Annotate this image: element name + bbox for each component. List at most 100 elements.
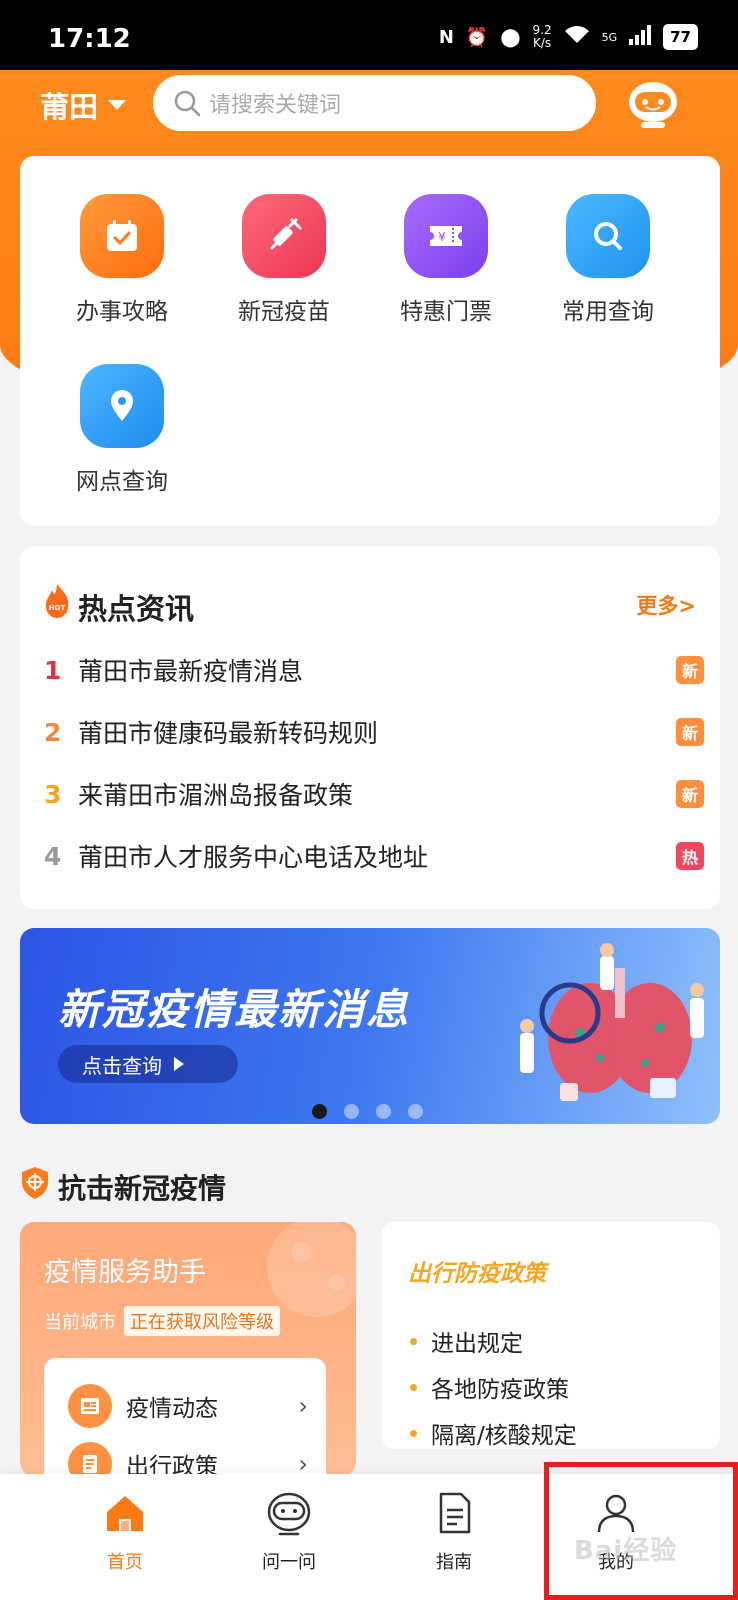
nav-ask[interactable]: 问一问	[234, 1488, 344, 1574]
news-rank: 1	[44, 655, 62, 685]
calendar-check-icon	[80, 194, 164, 278]
nav-label: 首页	[107, 1552, 143, 1573]
news-tag: 新	[676, 656, 704, 684]
carousel-indicators	[312, 1104, 423, 1119]
policy-item[interactable]: 各地防疫政策	[410, 1370, 569, 1404]
news-tag: 热	[676, 842, 704, 870]
network-speed: 9.2 K/s	[532, 23, 552, 50]
hot-news-card: HOT 热点资讯 更多> 1 莆田市最新疫情消息 新 2 莆田市健康码最新转码规…	[20, 546, 720, 909]
assistant-item-label: 出行政策	[126, 1454, 218, 1476]
service-label: 特惠门票	[400, 299, 492, 325]
news-title: 莆田市最新疫情消息	[78, 657, 304, 686]
alarm-icon: ⏰	[465, 26, 489, 48]
svg-text:HOT: HOT	[49, 604, 66, 612]
news-title: 莆田市健康码最新转码规则	[78, 719, 379, 748]
risk-level-status: 正在获取风险等级	[124, 1306, 280, 1336]
service-label: 网点查询	[76, 469, 168, 495]
city-selector[interactable]: 莆田	[40, 84, 127, 126]
news-title: 莆田市人才服务中心电话及地址	[78, 843, 429, 872]
wifi-icon	[564, 25, 590, 50]
news-item[interactable]: 1 莆田市最新疫情消息 新	[44, 650, 704, 690]
current-city-row: 当前城市 正在获取风险等级	[44, 1306, 280, 1336]
news-item[interactable]: 2 莆田市健康码最新转码规则 新	[44, 712, 704, 752]
bullet-dot	[410, 1337, 417, 1345]
nfc-icon: N	[438, 26, 454, 48]
policy-title: 出行防疫政策	[408, 1261, 546, 1287]
assistant-item-dynamics[interactable]: 疫情动态 ›	[68, 1384, 308, 1428]
svg-text:¥: ¥	[438, 230, 446, 244]
ticket-icon: ¥	[404, 194, 488, 278]
assistant-item-label: 疫情动态	[126, 1396, 218, 1422]
policy-item-label: 各地防疫政策	[431, 1377, 569, 1403]
news-rank: 3	[44, 779, 62, 809]
city-name: 莆田	[40, 90, 99, 124]
service-outlets[interactable]: 网点查询	[42, 364, 202, 496]
battery-indicator: 77	[663, 24, 698, 50]
robot-icon	[267, 1492, 311, 1536]
service-vaccine[interactable]: 新冠疫苗	[204, 194, 364, 326]
service-label: 新冠疫苗	[238, 299, 330, 325]
news-tag: 新	[676, 718, 704, 746]
chevron-right-icon: ›	[298, 1450, 308, 1476]
notebook-icon	[68, 1442, 112, 1476]
carousel-dot[interactable]	[344, 1104, 359, 1119]
more-link[interactable]: 更多>	[636, 590, 696, 620]
service-tickets[interactable]: ¥ 特惠门票	[366, 194, 526, 326]
nav-label: 指南	[436, 1552, 472, 1573]
news-item[interactable]: 3 来莆田市湄洲岛报备政策 新	[44, 774, 704, 814]
location-pin-icon	[80, 364, 164, 448]
newspaper-icon	[68, 1384, 112, 1428]
search-icon	[566, 194, 650, 278]
document-icon	[439, 1492, 471, 1534]
policy-item-label: 隔离/核酸规定	[431, 1423, 577, 1449]
nav-guide[interactable]: 指南	[399, 1488, 509, 1574]
service-label: 常用查询	[562, 299, 654, 325]
fight-section-title: 抗击新冠疫情	[58, 1172, 227, 1205]
travel-policy-card[interactable]: 出行防疫政策 进出规定 各地防疫政策 隔离/核酸规定	[382, 1222, 720, 1449]
nav-label: 问一问	[262, 1552, 316, 1573]
home-icon	[107, 1496, 143, 1531]
search-icon	[174, 90, 201, 117]
policy-item[interactable]: 隔离/核酸规定	[410, 1416, 577, 1450]
hot-news-title: 热点资讯	[78, 592, 195, 626]
shield-icon	[22, 1167, 48, 1199]
robot-assistant-icon[interactable]	[624, 76, 682, 134]
covid-news-banner[interactable]: 新冠疫情最新消息 点击查询	[20, 928, 720, 1124]
current-city-label: 当前城市	[44, 1312, 116, 1333]
news-rank: 2	[44, 717, 62, 747]
assistant-title: 疫情服务助手	[44, 1257, 206, 1288]
banner-title: 新冠疫情最新消息	[58, 985, 411, 1034]
news-item[interactable]: 4 莆田市人才服务中心电话及地址 热	[44, 836, 704, 876]
epidemic-assistant-card[interactable]: 疫情服务助手 当前城市 正在获取风险等级 疫情动态 › 出行政策 ›	[20, 1222, 356, 1476]
caret-down-icon	[108, 100, 127, 110]
news-tag: 新	[676, 780, 704, 808]
signal-icon	[629, 24, 652, 50]
search-bar[interactable]: 请搜索关键词	[153, 75, 596, 131]
lungs-illustration	[520, 943, 704, 1101]
carousel-dot[interactable]	[376, 1104, 391, 1119]
bullet-dot	[410, 1429, 417, 1437]
banner-query-button[interactable]: 点击查询	[58, 1045, 238, 1083]
news-rank: 4	[44, 841, 62, 871]
network-type: 5G	[601, 30, 618, 44]
fire-hot-icon: HOT	[45, 584, 69, 618]
bullet-dot	[410, 1383, 417, 1391]
banner-button-label: 点击查询	[82, 1053, 162, 1078]
service-label: 办事攻略	[76, 299, 168, 325]
status-time: 17:12	[48, 24, 131, 54]
nav-home[interactable]: 首页	[70, 1488, 180, 1574]
chevron-right-icon: ›	[298, 1392, 308, 1420]
policy-item-label: 进出规定	[431, 1331, 523, 1357]
news-title: 来莆田市湄洲岛报备政策	[78, 781, 354, 810]
search-placeholder: 请搜索关键词	[209, 93, 342, 118]
carousel-dot[interactable]	[312, 1104, 327, 1119]
carousel-dot[interactable]	[408, 1104, 423, 1119]
service-guide[interactable]: 办事攻略	[42, 194, 202, 326]
play-arrow-icon	[174, 1057, 184, 1071]
policy-item[interactable]: 进出规定	[410, 1324, 523, 1358]
location-icon: ⬤	[500, 26, 521, 48]
status-bar: 17:12 N ⏰ ⬤ 9.2 K/s 5G 77	[0, 0, 738, 70]
syringe-icon	[242, 194, 326, 278]
assistant-item-travel-policy[interactable]: 出行政策 ›	[68, 1442, 308, 1476]
service-query[interactable]: 常用查询	[528, 194, 688, 326]
